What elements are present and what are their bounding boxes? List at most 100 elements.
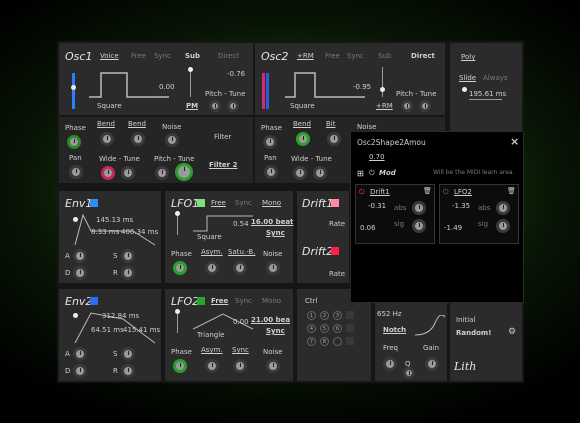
- slide-handle[interactable]: [462, 87, 467, 92]
- osc2-sub-handle[interactable]: [380, 87, 385, 92]
- env1-handle[interactable]: [73, 217, 78, 222]
- lfo1-noise-knob[interactable]: [266, 261, 280, 275]
- env2-handle[interactable]: [73, 313, 78, 318]
- filter-q-knob[interactable]: [403, 367, 415, 379]
- osc1-bend1-knob[interactable]: [100, 132, 114, 146]
- lfo2-sync2-button[interactable]: Sync: [266, 328, 285, 335]
- osc2-bend-knob[interactable]: [296, 132, 310, 146]
- trash-icon[interactable]: 🗑: [507, 188, 516, 195]
- osc2-phase-knob[interactable]: [263, 135, 277, 149]
- mod-slot-1-knob2[interactable]: [412, 219, 426, 233]
- osc2-level2-slider[interactable]: [266, 73, 269, 109]
- osc1-bend1-button[interactable]: Bend: [97, 121, 115, 128]
- osc1-tune2-knob[interactable]: [121, 166, 135, 180]
- osc2-tune-knob[interactable]: [419, 100, 431, 112]
- osc1-sync-button[interactable]: Sync: [154, 53, 171, 60]
- mod-slot-2-knob2[interactable]: [496, 219, 510, 233]
- osc1-sub-handle[interactable]: [188, 67, 193, 72]
- osc1-voice-button[interactable]: Voice: [100, 53, 119, 60]
- popup-value[interactable]: 0.70: [369, 154, 385, 161]
- osc1-free-button[interactable]: Free: [131, 53, 146, 60]
- osc1-tune3-knob[interactable]: [175, 163, 193, 181]
- osc1-bend2-button[interactable]: Bend: [128, 121, 146, 128]
- ctrl-knob-4[interactable]: 4: [307, 324, 316, 333]
- lfo2-slider-handle[interactable]: [175, 309, 180, 314]
- lfo1-rate[interactable]: 16.00 beat: [251, 219, 293, 226]
- filter-notch-button[interactable]: Notch: [383, 327, 406, 334]
- ctrl-knob-7[interactable]: 7: [307, 337, 316, 346]
- env2-release-knob[interactable]: [121, 364, 135, 378]
- osc2-bit-button[interactable]: Bit: [326, 121, 336, 128]
- osc1-pan-knob[interactable]: [69, 165, 83, 179]
- osc1-noise-knob[interactable]: [165, 133, 179, 147]
- mod-slot-1-knob[interactable]: [412, 201, 426, 215]
- slide-button[interactable]: Slide: [459, 75, 476, 82]
- osc2-pitch-knob[interactable]: [401, 100, 413, 112]
- preset-initial[interactable]: Initial: [456, 317, 475, 324]
- ctrl-knob-5[interactable]: 5: [320, 324, 329, 333]
- ctrl-slot[interactable]: [346, 324, 354, 332]
- lfo2-noise-knob[interactable]: [266, 359, 280, 373]
- ctrl-knob-8[interactable]: 8: [320, 337, 329, 346]
- lfo1-satu-button[interactable]: Satu.-B.: [228, 249, 255, 256]
- lfo2-asym-knob[interactable]: [205, 359, 219, 373]
- lfo2-phase-knob[interactable]: [173, 359, 187, 373]
- power-icon[interactable]: ⏻: [359, 189, 365, 196]
- lfo2-free-button[interactable]: Free: [211, 298, 228, 305]
- power-icon[interactable]: ⏻: [369, 170, 375, 177]
- ctrl-slot[interactable]: [346, 311, 354, 319]
- lfo1-mono-button[interactable]: Mono: [262, 200, 281, 207]
- slide-time[interactable]: 195.61 ms: [469, 91, 506, 98]
- ctrl-knob-1[interactable]: 1: [307, 311, 316, 320]
- osc1-pitch2-knob[interactable]: [155, 166, 169, 180]
- lfo2-mono-button[interactable]: Mono: [262, 298, 281, 305]
- osc2-sub-slider[interactable]: [382, 67, 383, 97]
- trash-icon[interactable]: 🗑: [423, 188, 432, 195]
- osc1-sub-label[interactable]: Sub: [185, 53, 200, 60]
- osc2-free-button[interactable]: Free: [325, 53, 340, 60]
- osc2-pan-knob[interactable]: [264, 165, 278, 179]
- osc2-direct-button[interactable]: Direct: [411, 53, 435, 60]
- osc1-pm-button[interactable]: PM: [186, 103, 198, 110]
- osc2-sub-label[interactable]: Sub: [378, 53, 391, 60]
- osc1-wide-knob[interactable]: [101, 166, 115, 180]
- env1-release-knob[interactable]: [121, 266, 135, 280]
- osc1-filter2-button[interactable]: Filter 2: [209, 162, 237, 169]
- mod-slot-2-source[interactable]: LFO2: [454, 189, 472, 196]
- lfo1-asym-knob[interactable]: [205, 261, 219, 275]
- lfo1-asym-button[interactable]: Asym.: [201, 249, 223, 256]
- env2-decay-knob[interactable]: [73, 364, 87, 378]
- ctrl-knob-extra[interactable]: [333, 337, 342, 346]
- mod-slot-1-abs[interactable]: abs: [394, 205, 406, 212]
- osc1-level-slider[interactable]: [72, 73, 75, 109]
- env1-attack-knob[interactable]: [73, 249, 87, 263]
- add-icon[interactable]: ⊞: [357, 170, 364, 178]
- lfo1-slider-handle[interactable]: [175, 211, 180, 216]
- ctrl-knob-2[interactable]: 2: [320, 311, 329, 320]
- always-button[interactable]: Always: [483, 75, 508, 82]
- mod-slot-2-sig[interactable]: sig: [478, 221, 488, 228]
- osc2-wide-knob[interactable]: [293, 166, 307, 180]
- close-icon[interactable]: ×: [510, 136, 519, 147]
- osc2-bit-knob[interactable]: [327, 132, 341, 146]
- osc2-rm-button[interactable]: +RM: [297, 53, 314, 60]
- env1-sustain-knob[interactable]: [121, 249, 135, 263]
- env1-decay-knob[interactable]: [73, 266, 87, 280]
- osc1-level-handle[interactable]: [71, 85, 76, 90]
- random-button[interactable]: Random!: [456, 330, 491, 337]
- lfo1-sync2-button[interactable]: Sync: [266, 230, 285, 237]
- lfo2-sync-button[interactable]: Sync: [235, 298, 252, 305]
- lfo2-sync3-button[interactable]: Sync: [232, 347, 249, 354]
- power-icon[interactable]: ⏻: [443, 189, 449, 196]
- lfo1-free-button[interactable]: Free: [211, 200, 226, 207]
- filter-freq-knob[interactable]: [383, 357, 397, 371]
- env2-attack-knob[interactable]: [73, 347, 87, 361]
- osc2-bend-button[interactable]: Bend: [293, 121, 311, 128]
- ctrl-slot[interactable]: [346, 337, 354, 345]
- osc1-direct-button[interactable]: Direct: [218, 53, 239, 60]
- osc2-tune2-knob[interactable]: [313, 166, 327, 180]
- mod-slot-1-source[interactable]: Drift1: [370, 189, 390, 196]
- lfo1-satu-knob[interactable]: [233, 261, 247, 275]
- osc1-phase-knob[interactable]: [67, 135, 81, 149]
- env2-sustain-knob[interactable]: [121, 347, 135, 361]
